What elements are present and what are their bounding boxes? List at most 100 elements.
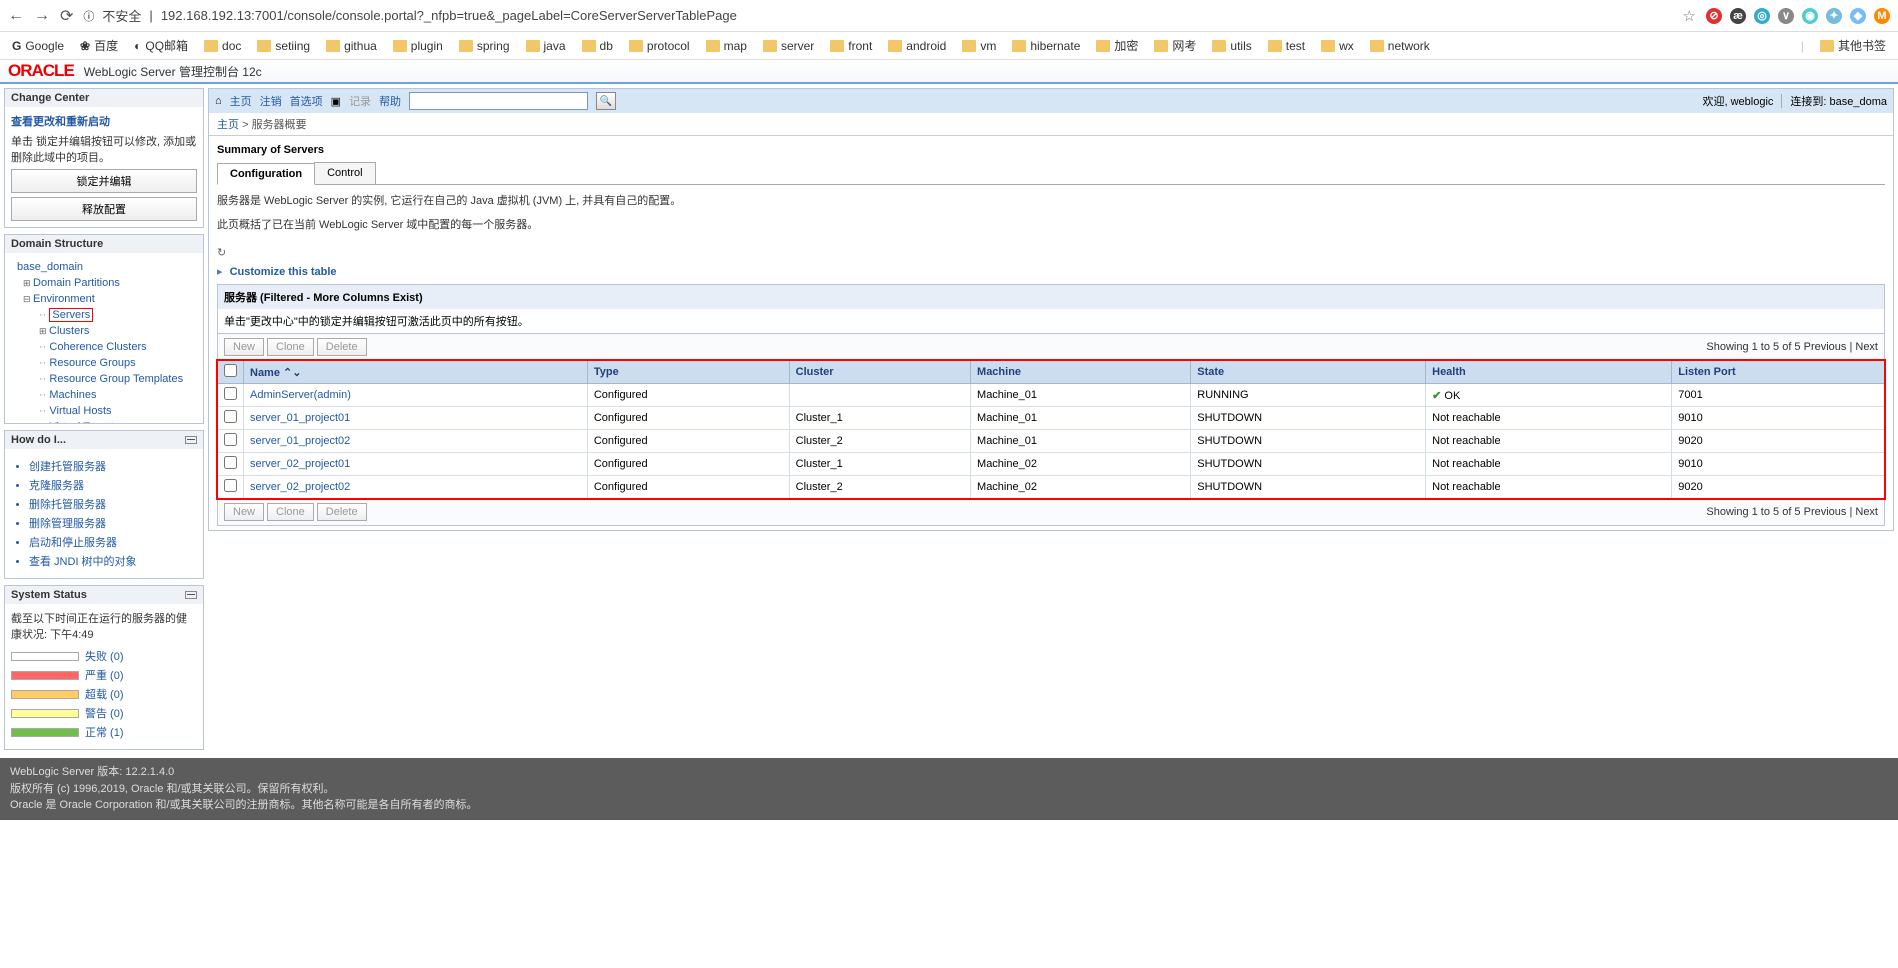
tab-configuration[interactable]: Configuration [217,163,315,185]
extension-icon[interactable]: ◉ [1802,8,1818,24]
home-icon[interactable]: ⌂ [215,95,222,107]
bookmark-item[interactable]: 加密 [1096,37,1138,54]
howdoi-item[interactable]: 创建托管服务器 [29,458,197,474]
column-header[interactable]: State [1191,361,1426,384]
view-changes-link[interactable]: 查看更改和重新启动 [11,113,197,129]
tree-item[interactable]: Virtual Targets [11,419,197,423]
column-header[interactable]: Type [587,361,789,384]
column-header[interactable]: Health [1426,361,1672,384]
row-checkbox[interactable] [224,387,237,400]
status-label[interactable]: 警告 (0) [85,705,124,721]
column-header[interactable]: Name ⌃⌄ [244,361,588,384]
lock-edit-button[interactable]: 锁定并编辑 [11,169,197,193]
bookmark-item[interactable]: front [830,39,872,53]
bookmark-item[interactable]: plugin [393,39,443,53]
row-checkbox[interactable] [224,479,237,492]
extension-icon[interactable]: ◎ [1754,8,1770,24]
bookmark-item[interactable]: doc [204,39,241,53]
extension-icon[interactable]: æ [1730,8,1746,24]
status-label[interactable]: 严重 (0) [85,667,124,683]
bookmark-item[interactable]: network [1370,39,1430,53]
bookmark-item[interactable]: spring [459,39,510,53]
howdoi-item[interactable]: 查看 JNDI 树中的对象 [29,553,197,569]
tree-item[interactable]: Virtual Hosts [11,403,197,419]
bookmark-item[interactable]: protocol [629,39,690,53]
bookmark-item[interactable]: wx [1321,39,1354,53]
row-checkbox[interactable] [224,456,237,469]
bookmark-item[interactable]: setiing [257,39,310,53]
collapse-icon[interactable]: ▸ [217,266,223,278]
minimize-icon[interactable]: — [185,436,197,444]
bookmark-item[interactable]: vm [962,39,996,53]
other-bookmarks[interactable]: 其他书签 [1820,37,1886,54]
row-checkbox[interactable] [224,433,237,446]
status-label[interactable]: 失败 (0) [85,648,124,664]
howdoi-item[interactable]: 克隆服务器 [29,477,197,493]
extension-icon[interactable]: ◆ [1850,8,1866,24]
extension-icon[interactable]: ∨ [1778,8,1794,24]
release-config-button[interactable]: 释放配置 [11,197,197,221]
record-link[interactable]: 记录 [349,93,371,109]
extension-icon[interactable]: M [1874,8,1890,24]
server-name-link[interactable]: server_02_project02 [250,481,350,493]
bookmark-item[interactable]: map [706,39,747,53]
column-header[interactable]: Listen Port [1672,361,1885,384]
info-icon[interactable]: ⓘ [83,8,94,24]
new-button[interactable]: New [224,503,264,521]
tree-item[interactable]: Coherence Clusters [11,339,197,355]
back-icon[interactable]: ← [8,7,24,25]
search-button[interactable]: 🔍 [596,92,616,110]
bookmark-item[interactable]: ◐QQ邮箱 [134,37,188,54]
breadcrumb-home[interactable]: 主页 [217,119,239,131]
howdoi-item[interactable]: 启动和停止服务器 [29,534,197,550]
bookmark-item[interactable]: githua [326,39,377,53]
record-icon[interactable]: ▣ [331,95,341,108]
minimize-icon[interactable]: — [185,591,197,599]
bookmark-item[interactable]: java [526,39,566,53]
forward-icon[interactable]: → [34,7,50,25]
bookmark-item[interactable]: ❀百度 [80,37,118,54]
help-link[interactable]: 帮助 [379,93,401,109]
server-name-link[interactable]: server_01_project02 [250,435,350,447]
delete-button[interactable]: Delete [317,503,367,521]
status-label[interactable]: 正常 (1) [85,724,124,740]
bookmark-item[interactable]: android [888,39,946,53]
select-all-checkbox[interactable] [224,364,237,377]
howdoi-item[interactable]: 删除托管服务器 [29,496,197,512]
preferences-link[interactable]: 首选项 [290,93,323,109]
bookmark-item[interactable]: GGoogle [12,39,64,53]
column-header[interactable]: Machine [971,361,1191,384]
address-bar[interactable]: ⓘ 不安全 | 192.168.192.13:7001/console/cons… [83,6,736,25]
refresh-icon[interactable]: ↻ [217,246,1885,259]
bookmark-item[interactable]: utils [1212,39,1251,53]
bookmark-item[interactable]: 网考 [1154,37,1196,54]
bookmark-item[interactable]: server [763,39,814,53]
server-name-link[interactable]: AdminServer(admin) [250,389,351,401]
bookmark-item[interactable]: db [582,39,613,53]
server-name-link[interactable]: server_01_project01 [250,412,350,424]
new-button[interactable]: New [224,338,264,356]
tree-partitions[interactable]: Domain Partitions [11,275,197,291]
delete-button[interactable]: Delete [317,338,367,356]
bookmark-item[interactable]: test [1268,39,1305,53]
row-checkbox[interactable] [224,410,237,423]
tree-root[interactable]: base_domain [11,259,197,275]
column-header[interactable]: Cluster [789,361,970,384]
tree-item[interactable]: Resource Groups [11,355,197,371]
customize-table-link[interactable]: Customize this table [230,266,337,278]
search-input[interactable] [409,92,588,110]
tab-control[interactable]: Control [314,162,375,184]
tree-item[interactable]: Resource Group Templates [11,371,197,387]
reload-icon[interactable]: ⟳ [60,6,73,26]
tree-environment[interactable]: Environment [11,291,197,307]
status-label[interactable]: 超载 (0) [85,686,124,702]
server-name-link[interactable]: server_02_project01 [250,458,350,470]
logout-link[interactable]: 注销 [260,93,282,109]
bookmark-star-icon[interactable]: ☆ [1683,7,1696,25]
tree-item[interactable]: Clusters [11,323,197,339]
tree-item[interactable]: Servers [11,307,197,323]
clone-button[interactable]: Clone [267,338,314,356]
extension-icon[interactable]: ⊘ [1706,8,1722,24]
home-link[interactable]: 主页 [230,93,252,109]
tree-item[interactable]: Machines [11,387,197,403]
